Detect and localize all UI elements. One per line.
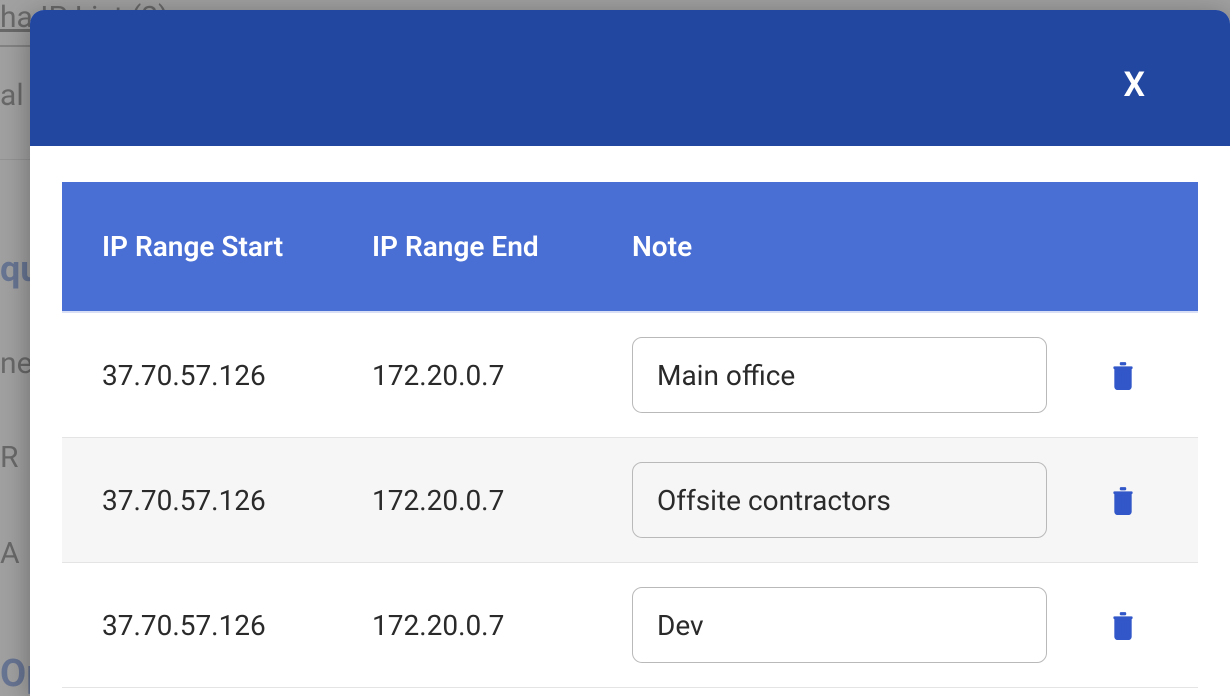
col-header-end: IP Range End bbox=[332, 182, 592, 312]
cell-note bbox=[592, 312, 1078, 438]
cell-note bbox=[592, 563, 1078, 688]
trash-icon bbox=[1110, 485, 1136, 515]
modal-body: IP Range Start IP Range End Note 37.70.5… bbox=[30, 146, 1230, 688]
trash-icon bbox=[1110, 360, 1136, 390]
table-header-row: IP Range Start IP Range End Note bbox=[62, 182, 1198, 312]
delete-button[interactable] bbox=[1104, 354, 1142, 396]
cell-actions bbox=[1078, 563, 1198, 688]
ip-range-table: IP Range Start IP Range End Note 37.70.5… bbox=[62, 182, 1198, 688]
modal-header: X bbox=[30, 10, 1230, 146]
note-input[interactable] bbox=[632, 337, 1047, 413]
note-input[interactable] bbox=[632, 462, 1047, 538]
cell-ip-start: 37.70.57.126 bbox=[62, 438, 332, 563]
cell-ip-end: 172.20.0.7 bbox=[332, 438, 592, 563]
note-input[interactable] bbox=[632, 587, 1047, 663]
table-row: 37.70.57.126 172.20.0.7 bbox=[62, 563, 1198, 688]
col-header-start: IP Range Start bbox=[62, 182, 332, 312]
close-icon: X bbox=[1123, 65, 1145, 105]
cell-ip-start: 37.70.57.126 bbox=[62, 312, 332, 438]
cell-note bbox=[592, 438, 1078, 563]
cell-ip-end: 172.20.0.7 bbox=[332, 312, 592, 438]
table-row: 37.70.57.126 172.20.0.7 bbox=[62, 438, 1198, 563]
cell-actions bbox=[1078, 438, 1198, 563]
trash-icon bbox=[1110, 610, 1136, 640]
ip-range-modal: X IP Range Start IP Range End Note 37.70… bbox=[30, 10, 1230, 696]
delete-button[interactable] bbox=[1104, 479, 1142, 521]
table-row: 37.70.57.126 172.20.0.7 bbox=[62, 312, 1198, 438]
col-header-note: Note bbox=[592, 182, 1078, 312]
cell-ip-end: 172.20.0.7 bbox=[332, 563, 592, 688]
close-button[interactable]: X bbox=[1123, 65, 1145, 105]
delete-button[interactable] bbox=[1104, 604, 1142, 646]
cell-actions bbox=[1078, 312, 1198, 438]
col-header-actions bbox=[1078, 182, 1198, 312]
cell-ip-start: 37.70.57.126 bbox=[62, 563, 332, 688]
